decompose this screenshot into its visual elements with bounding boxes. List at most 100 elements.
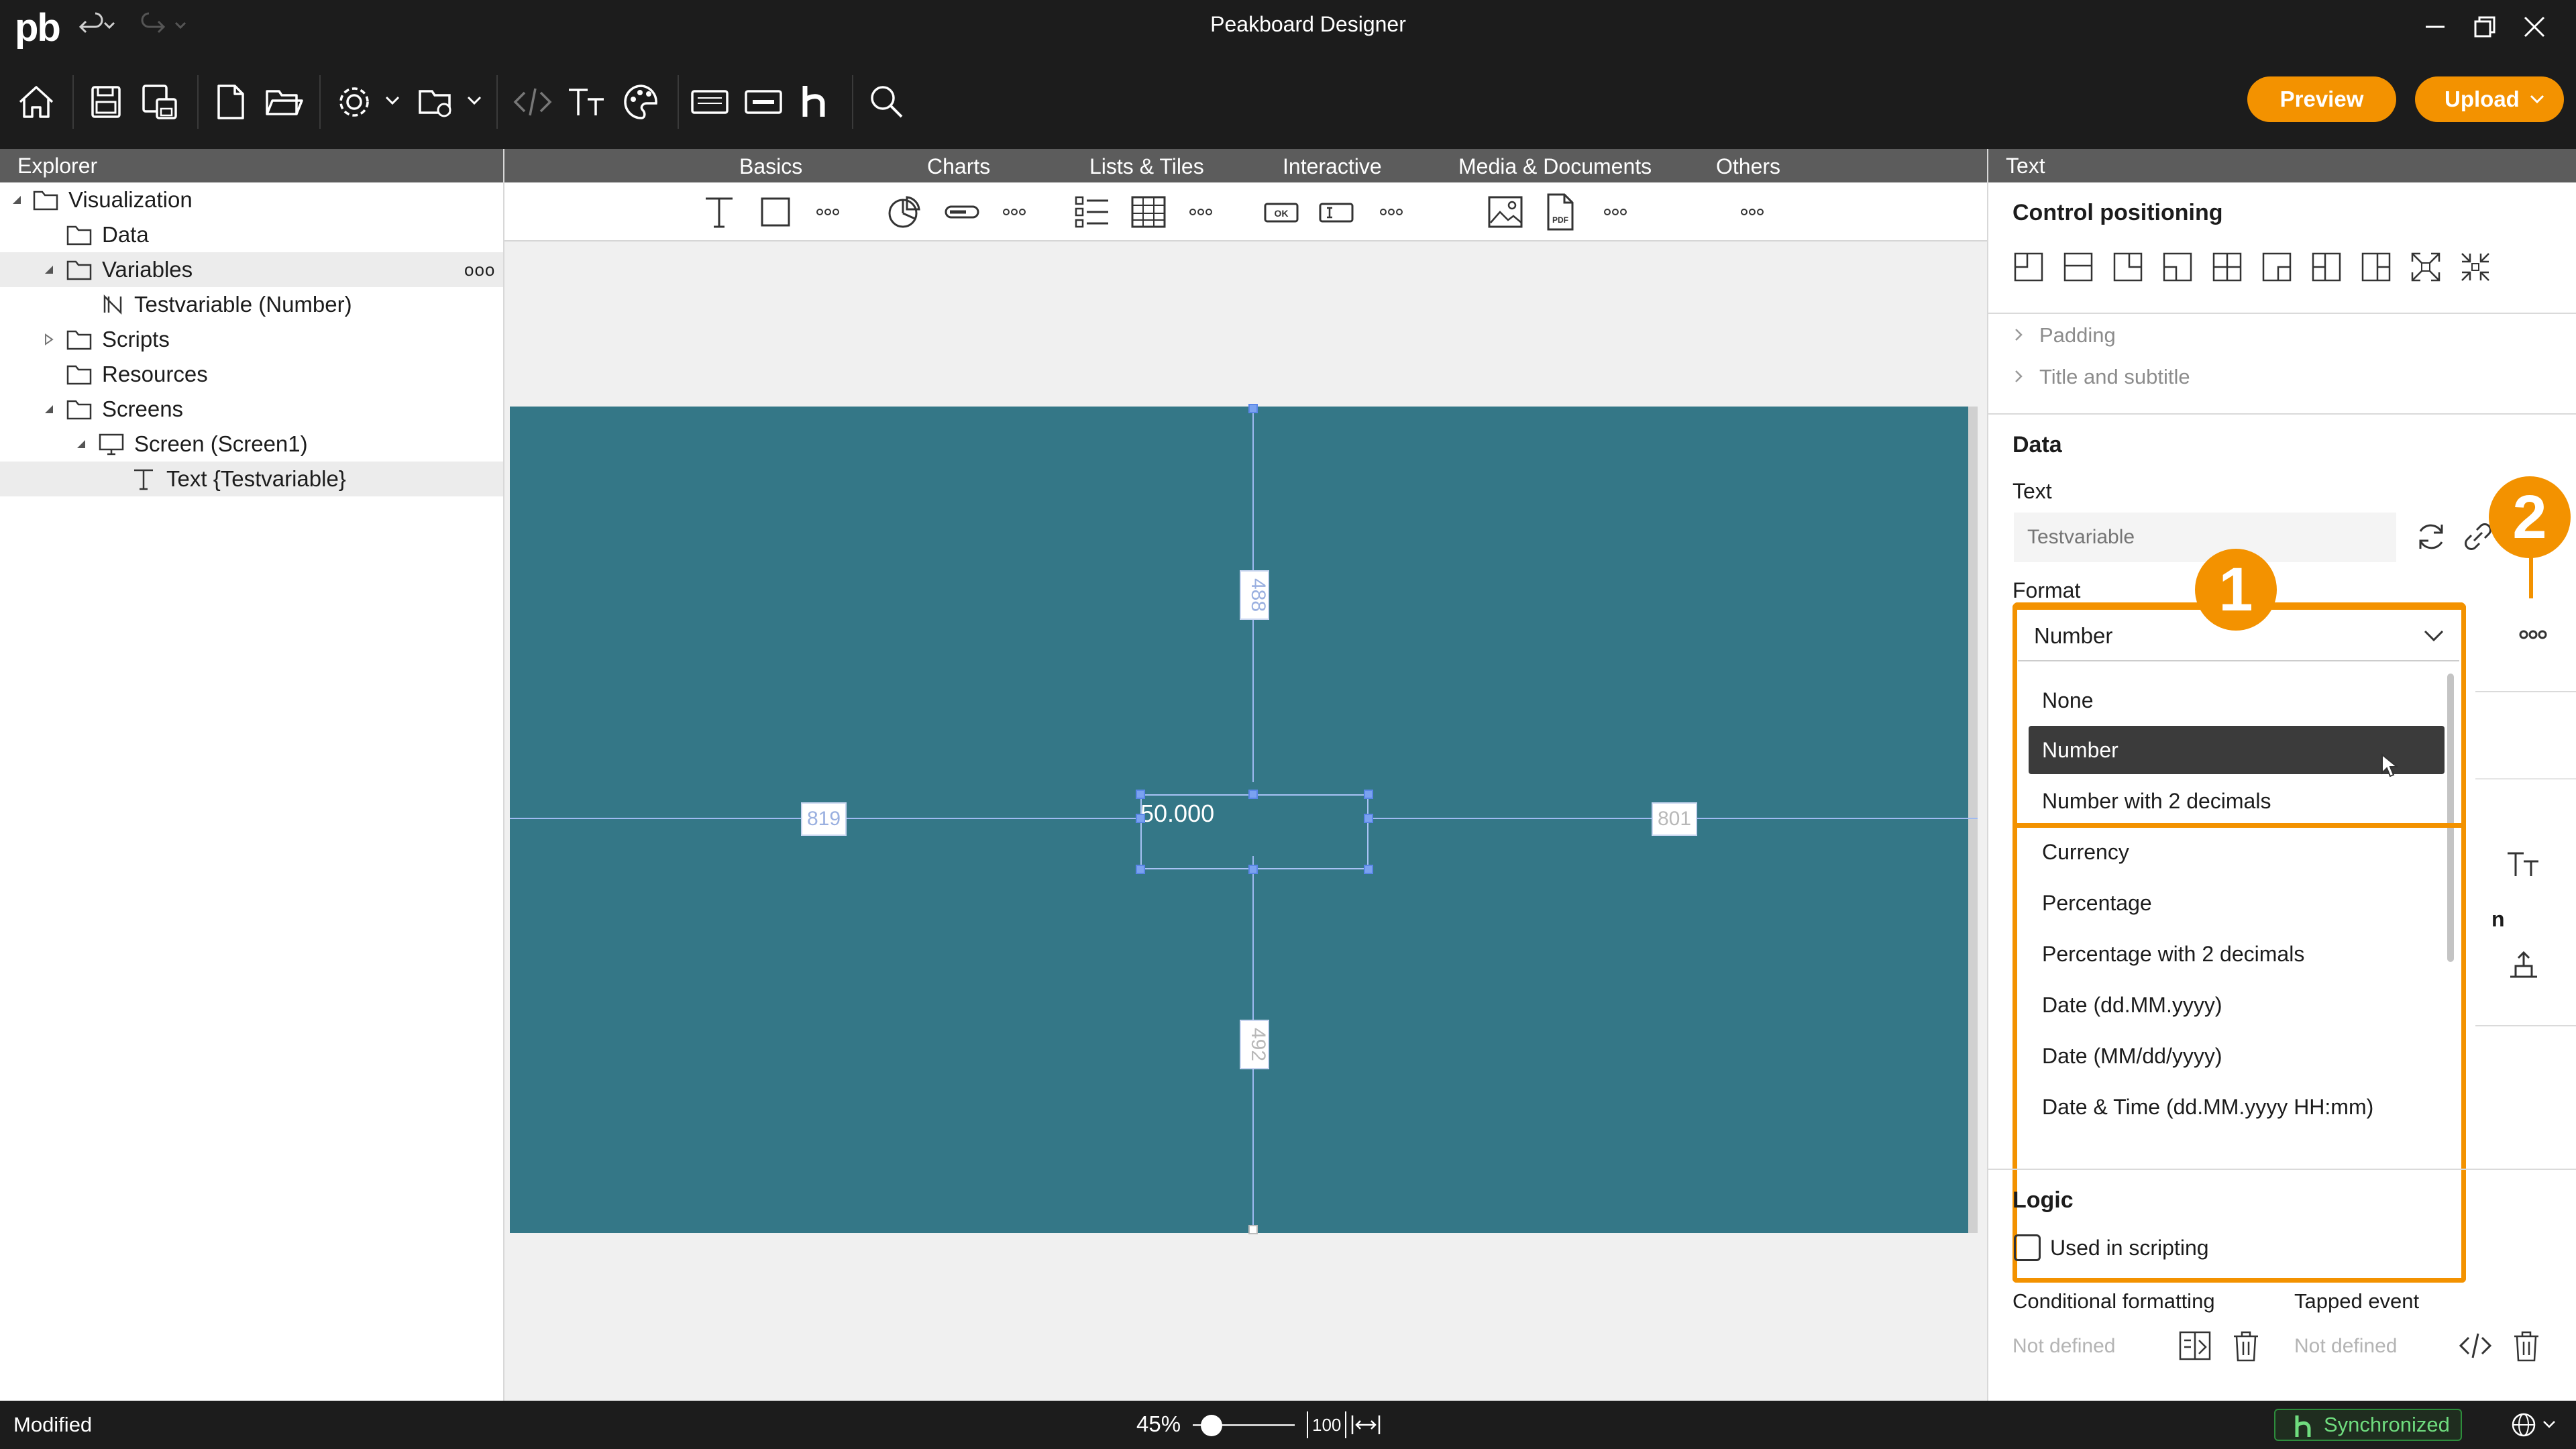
resize-handle[interactable] xyxy=(1364,865,1373,874)
save-icon[interactable] xyxy=(83,79,129,125)
bar-gauge-icon[interactable] xyxy=(942,192,982,232)
resize-handle[interactable] xyxy=(1248,790,1258,799)
text-style-icon[interactable] xyxy=(565,79,610,125)
image-control-icon[interactable] xyxy=(1485,192,1525,232)
tree-item-scripts[interactable]: Scripts xyxy=(0,322,503,357)
align-bottom-left-icon[interactable] xyxy=(2160,250,2195,284)
button-control-icon[interactable]: OK xyxy=(1261,192,1301,232)
resize-handle[interactable] xyxy=(1136,814,1145,823)
design-canvas-area: Basics Charts Lists & Tiles Interactive … xyxy=(504,149,1987,1401)
format-option-percentage[interactable]: Percentage xyxy=(2029,879,2445,927)
hub-icon[interactable] xyxy=(793,79,839,125)
undo-button[interactable] xyxy=(79,12,119,39)
category-media-documents[interactable]: Media & Documents xyxy=(1458,154,1652,179)
delete-rules-icon[interactable] xyxy=(2227,1327,2265,1364)
code-icon[interactable] xyxy=(510,79,555,125)
align-top-icon[interactable] xyxy=(2061,250,2096,284)
table-control-icon[interactable] xyxy=(1128,192,1169,232)
search-icon[interactable] xyxy=(864,79,910,125)
textbox-control-icon[interactable] xyxy=(1316,192,1356,232)
align-top-left-icon[interactable] xyxy=(2011,250,2046,284)
more-media-icon[interactable] xyxy=(1595,192,1635,232)
chevron-down-icon[interactable] xyxy=(384,94,401,107)
more-lists-icon[interactable] xyxy=(1181,192,1221,232)
fit-width-icon[interactable] xyxy=(1350,1411,1382,1438)
title-subtitle-section[interactable]: Title and subtitle xyxy=(2012,365,2190,389)
pdf-control-icon[interactable]: PDF xyxy=(1540,192,1580,232)
upload-button[interactable]: Upload xyxy=(2415,76,2564,122)
more-interactive-icon[interactable] xyxy=(1371,192,1411,232)
stretch-icon[interactable] xyxy=(2408,250,2443,284)
tree-item-visualization[interactable]: Visualization xyxy=(0,182,503,217)
align-bottom-right-icon[interactable] xyxy=(2259,250,2294,284)
resize-handle[interactable] xyxy=(1364,814,1373,823)
open-folder-icon[interactable] xyxy=(260,79,306,125)
resize-handle[interactable] xyxy=(1364,790,1373,799)
box-device-icon[interactable] xyxy=(687,79,733,125)
category-basics[interactable]: Basics xyxy=(739,154,802,179)
text-value-input[interactable] xyxy=(2014,513,2396,562)
tree-item-variables[interactable]: Variables ooo xyxy=(0,252,503,287)
align-top-right-icon[interactable] xyxy=(2110,250,2145,284)
format-option-date-us[interactable]: Date (MM/dd/yyyy) xyxy=(2029,1032,2445,1080)
align-center-icon[interactable] xyxy=(2210,250,2245,284)
new-file-icon[interactable] xyxy=(208,79,254,125)
close-window-button[interactable] xyxy=(2514,8,2555,46)
rectangle-control-icon[interactable] xyxy=(755,192,796,232)
language-globe-icon[interactable] xyxy=(2509,1410,2563,1440)
zoom-100-button[interactable]: 100 xyxy=(1307,1411,1347,1438)
text-alignment-icon[interactable] xyxy=(2505,947,2542,985)
zoom-slider-thumb[interactable] xyxy=(1201,1415,1222,1436)
format-option-currency[interactable]: Currency xyxy=(2029,828,2445,876)
padding-section[interactable]: Padding xyxy=(2012,323,2116,347)
sync-status-label: Synchronized xyxy=(2324,1413,2450,1436)
more-options-icon[interactable]: ooo xyxy=(464,252,495,287)
font-size-icon[interactable] xyxy=(2505,845,2542,883)
tree-item-text-control[interactable]: Text {Testvariable} xyxy=(0,462,503,496)
resize-handle[interactable] xyxy=(1136,790,1145,799)
more-options-icon[interactable] xyxy=(2509,610,2557,659)
used-in-scripting-checkbox[interactable] xyxy=(2014,1234,2041,1261)
category-others[interactable]: Others xyxy=(1716,154,1780,179)
format-option-percentage-2-decimals[interactable]: Percentage with 2 decimals xyxy=(2029,930,2445,978)
delete-event-icon[interactable] xyxy=(2508,1327,2545,1364)
preview-button[interactable]: Preview xyxy=(2247,76,2396,122)
category-interactive[interactable]: Interactive xyxy=(1283,154,1382,179)
save-as-icon[interactable] xyxy=(137,79,182,125)
tree-item-data[interactable]: Data xyxy=(0,217,503,252)
home-icon[interactable] xyxy=(13,79,59,125)
edge-device-icon[interactable] xyxy=(741,79,786,125)
project-settings-icon[interactable] xyxy=(415,79,460,125)
text-control-icon[interactable] xyxy=(699,192,739,232)
format-option-datetime[interactable]: Date & Time (dd.MM.yyyy HH:mm) xyxy=(2029,1083,2445,1131)
refresh-icon[interactable] xyxy=(2411,517,2451,557)
align-left-column-icon[interactable] xyxy=(2309,250,2344,284)
category-charts[interactable]: Charts xyxy=(927,154,990,179)
tree-item-resources[interactable]: Resources xyxy=(0,357,503,392)
more-charts-icon[interactable] xyxy=(994,192,1034,232)
screen-preview[interactable]: 488 819 801 492 50.000 xyxy=(510,404,1978,1234)
chevron-down-icon[interactable] xyxy=(466,94,483,107)
tree-item-testvariable[interactable]: Testvariable (Number) xyxy=(0,287,503,322)
resize-handle[interactable] xyxy=(1248,865,1258,874)
callout-connector xyxy=(2529,557,2533,598)
format-option-date-eu[interactable]: Date (dd.MM.yyyy) xyxy=(2029,981,2445,1029)
minimize-button[interactable] xyxy=(2415,8,2455,46)
more-basics-icon[interactable] xyxy=(808,192,848,232)
list-control-icon[interactable] xyxy=(1072,192,1112,232)
more-others-icon[interactable] xyxy=(1732,192,1772,232)
resize-handle[interactable] xyxy=(1136,865,1145,874)
zoom-slider[interactable] xyxy=(1193,1414,1295,1436)
code-icon[interactable] xyxy=(2457,1327,2494,1364)
pie-chart-icon[interactable] xyxy=(884,192,924,232)
palette-icon[interactable] xyxy=(619,79,664,125)
tree-item-screen1[interactable]: Screen (Screen1) xyxy=(0,427,503,462)
shrink-icon[interactable] xyxy=(2458,250,2493,284)
align-right-column-icon[interactable] xyxy=(2359,250,2394,284)
restore-button[interactable] xyxy=(2463,8,2504,46)
category-lists-tiles[interactable]: Lists & Tiles xyxy=(1089,154,1204,179)
redo-button[interactable] xyxy=(138,12,192,39)
tree-item-screens[interactable]: Screens xyxy=(0,392,503,427)
settings-gear-icon[interactable] xyxy=(331,79,377,125)
edit-rules-icon[interactable] xyxy=(2176,1327,2214,1364)
